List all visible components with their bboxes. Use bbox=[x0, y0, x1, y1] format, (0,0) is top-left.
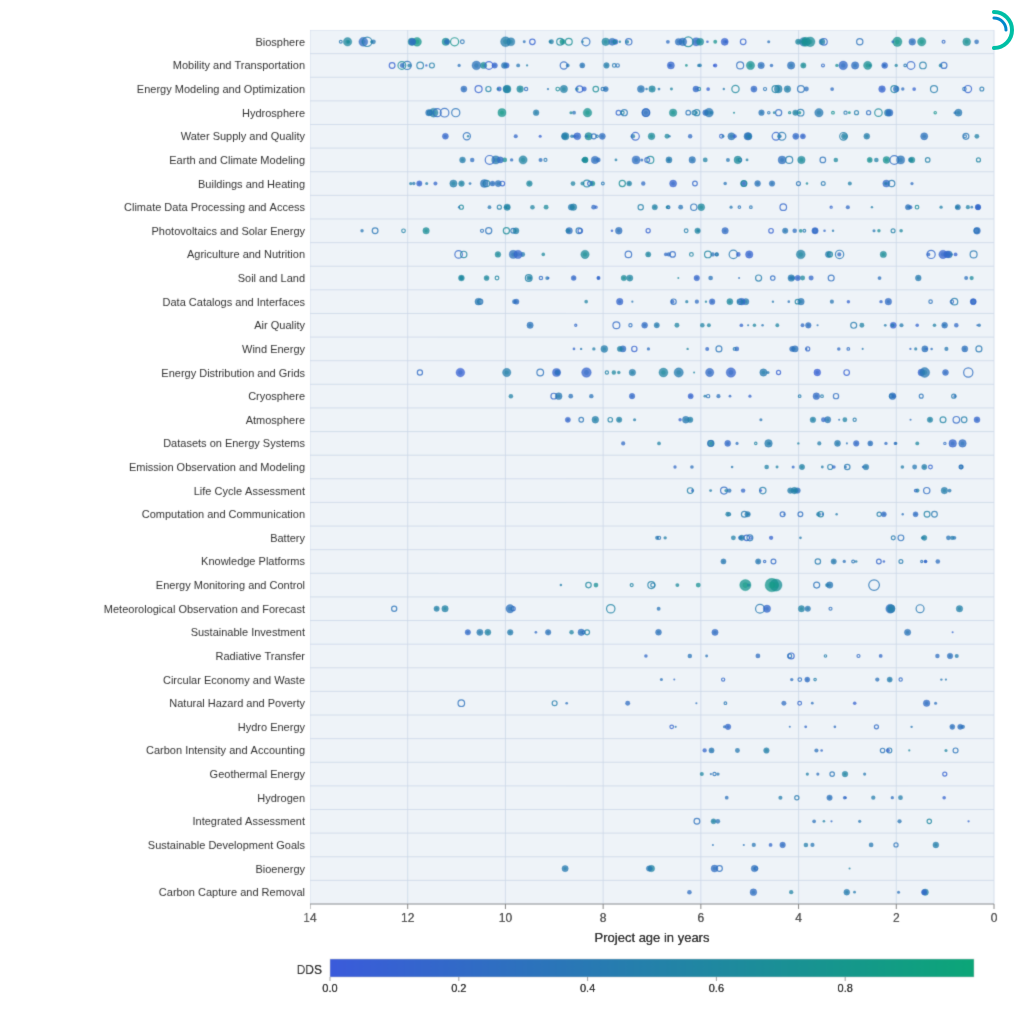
logo-icon bbox=[974, 10, 1014, 50]
chart-container bbox=[0, 0, 1024, 1014]
